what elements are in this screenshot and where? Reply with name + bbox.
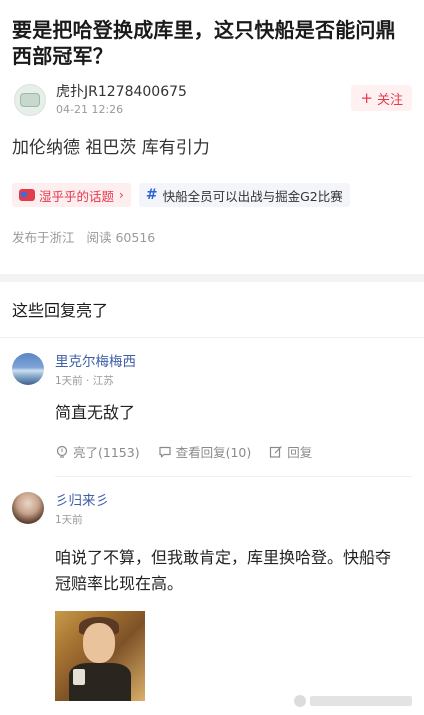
reply-meta: 里克尔梅梅西 1天前 · 江苏 (55, 353, 136, 388)
reply-username[interactable]: 里克尔梅梅西 (55, 353, 136, 371)
lightbulb-icon (56, 445, 68, 458)
post-stats: 发布于浙江 阅读 60516 (12, 227, 412, 246)
reply-label: 回复 (287, 445, 313, 460)
follow-label: 关注 (376, 92, 403, 108)
avatar-image (20, 93, 40, 107)
post-time: 04-21 12:26 (56, 103, 124, 116)
view-replies-label: 查看回复(10) (175, 445, 252, 460)
watermark-logo-icon (294, 695, 306, 707)
topic-tag[interactable]: 湿乎乎的话题 › (12, 183, 131, 207)
reply-text: 简直无敌了 (55, 403, 136, 422)
reply-avatar[interactable] (12, 353, 44, 385)
reply-item: 彡归来彡 1天前 咱说了不算，但我敢肯定，库里换哈登。快船夺冠赔率比现在高。 (0, 492, 424, 701)
reply-time: 1天前 (55, 514, 83, 526)
reply-avatar[interactable] (12, 492, 44, 524)
edit-icon (270, 445, 283, 458)
author-row: 虎扑JR1278400675 04-21 12:26 + 关注 (12, 82, 412, 118)
post-body: 加伦纳德 祖巴茨 库有引力 (12, 138, 210, 158)
hash-icon: # (145, 187, 158, 203)
reply-time-location: 1天前 · 江苏 (55, 375, 114, 387)
author-name[interactable]: 虎扑JR1278400675 (56, 83, 187, 101)
like-button[interactable]: 亮了(1153) (55, 442, 140, 461)
reply-text: 咱说了不算，但我敢肯定，库里换哈登。快船夺冠赔率比现在高。 (55, 548, 392, 593)
reply-image[interactable] (55, 611, 145, 701)
post: 要是把哈登换成库里，这只快船是否能问鼎西部冠军？ 虎扑JR1278400675 … (0, 0, 424, 246)
tag-row: 湿乎乎的话题 › # 快船全员可以出战与掘金G2比赛 (12, 183, 412, 207)
section-divider (0, 274, 424, 282)
chat-bubble-icon (19, 189, 35, 201)
reply-item: 里克尔梅梅西 1天前 · 江苏 简直无敌了 亮了(1153) 查看回复(10) … (0, 353, 424, 477)
section-title: 这些回复亮了 (12, 301, 109, 320)
reply-header: 彡归来彡 1天前 (12, 492, 412, 527)
plus-icon: + (360, 88, 373, 107)
meme-face (83, 623, 115, 663)
reply-button[interactable]: 回复 (269, 442, 312, 461)
comment-icon (158, 446, 171, 458)
like-label: 亮了(1153) (73, 445, 140, 460)
watermark (294, 693, 412, 709)
view-replies-button[interactable]: 查看回复(10) (158, 442, 252, 461)
section-line (0, 337, 424, 338)
hash-tag[interactable]: # 快船全员可以出战与掘金G2比赛 (138, 183, 350, 207)
reply-actions: 亮了(1153) 查看回复(10) 回复 (55, 442, 412, 461)
reply-header: 里克尔梅梅西 1天前 · 江苏 (12, 353, 412, 388)
author-meta: 虎扑JR1278400675 04-21 12:26 (56, 83, 187, 117)
post-title: 要是把哈登换成库里，这只快船是否能问鼎西部冠军？ (12, 18, 396, 68)
reply-meta: 彡归来彡 1天前 (55, 492, 109, 527)
meme-cup (73, 669, 85, 685)
reply-divider (55, 476, 412, 477)
author-avatar[interactable] (14, 84, 46, 116)
post-reads: 阅读 60516 (86, 230, 156, 245)
watermark-bar (310, 696, 412, 706)
hash-tag-label: 快船全员可以出战与掘金G2比赛 (162, 188, 343, 204)
chevron-right-icon: › (119, 188, 124, 202)
follow-button[interactable]: + 关注 (351, 85, 412, 111)
topic-tag-label: 湿乎乎的话题 (39, 188, 115, 204)
post-location: 发布于浙江 (12, 230, 75, 245)
reply-username[interactable]: 彡归来彡 (55, 492, 109, 510)
